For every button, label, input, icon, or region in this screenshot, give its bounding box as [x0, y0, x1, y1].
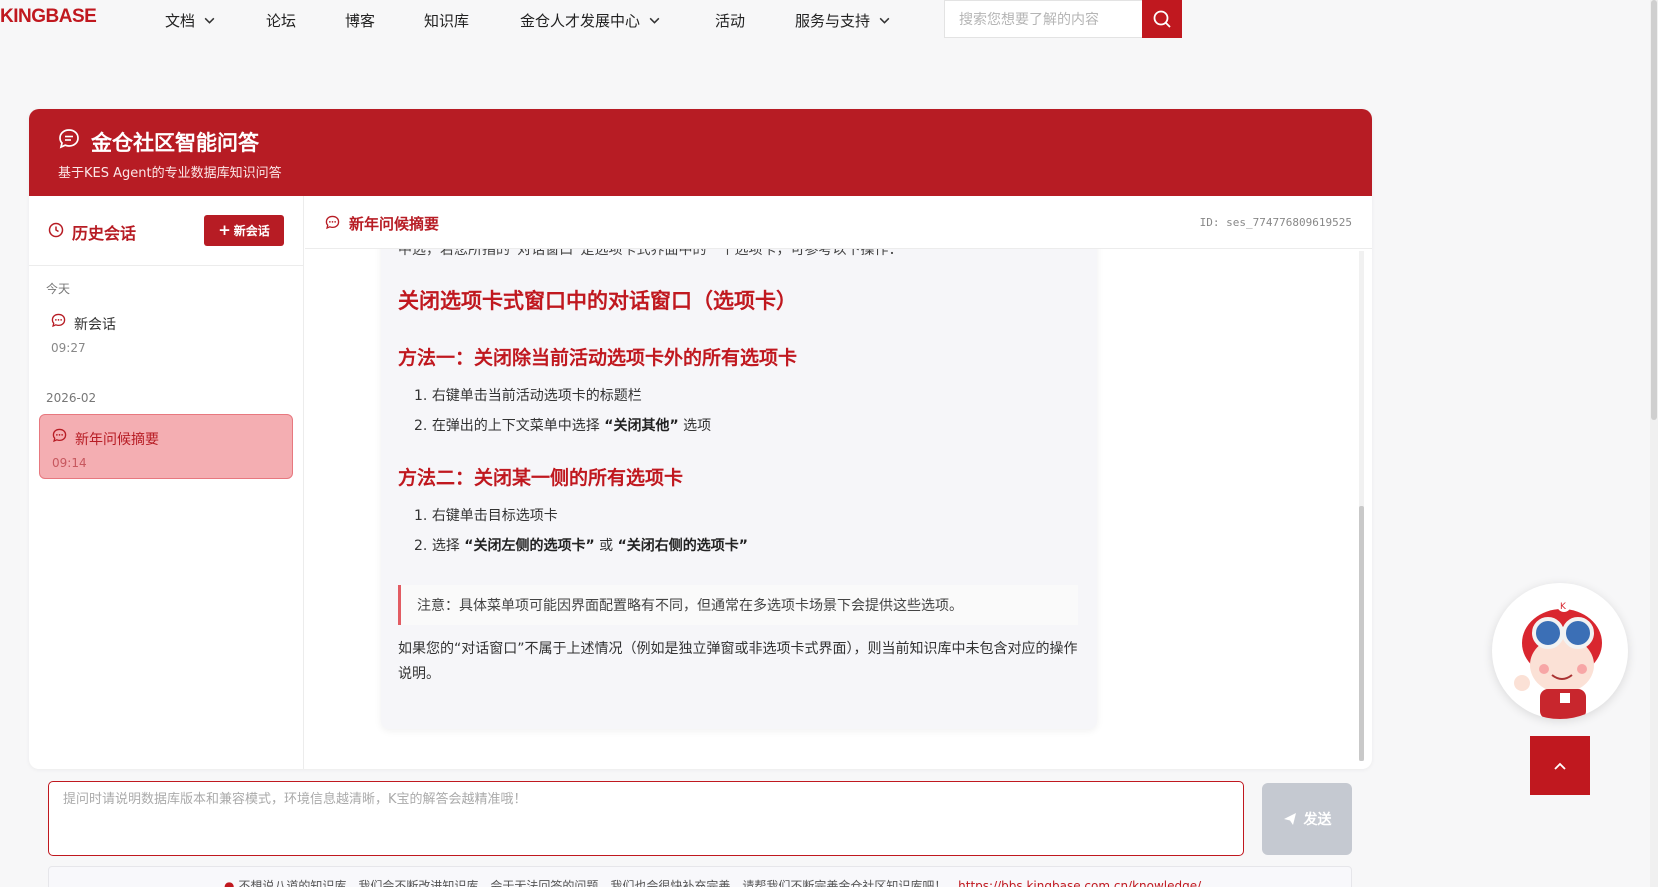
chat-title: 新年问候摘要 [349, 215, 440, 233]
nav-events[interactable]: 活动 [715, 10, 745, 31]
chat-header: 新年问候摘要 ID: ses_774776809619525 [305, 196, 1372, 249]
chevron-down-icon [204, 17, 215, 24]
nav-talent-center[interactable]: 金仓人才发展中心 [520, 10, 661, 31]
question-input[interactable]: 提问时请说明数据库版本和兼容模式，环境信息越清晰，K宝的解答会越精准哦！ [48, 781, 1244, 856]
chat-bubble-icon [59, 129, 79, 149]
nav-events-label: 活动 [715, 12, 746, 30]
search-button[interactable] [1142, 0, 1182, 38]
paper-plane-icon [1283, 813, 1296, 825]
session-id: ID: ses_774776809619525 [1199, 216, 1352, 229]
page-scrollbar[interactable] [1650, 0, 1658, 887]
sidebar-header: 历史会话 + 新会话 [29, 196, 303, 266]
list-num: 1. [414, 388, 428, 404]
list-bold: “关闭左侧的选项卡” [464, 538, 595, 554]
notice-text: 不想说八道的知识库，我们会不断改进知识库，会于无法回答的问题，我们也会很快补充完… [238, 879, 947, 887]
knowledge-link[interactable]: https://bbs.kingbase.com.cn/knowledge/ [958, 879, 1201, 887]
nav-support[interactable]: 服务与支持 [795, 10, 891, 31]
list-text: 选项 [683, 418, 712, 434]
session-group-label: 2026-02 [46, 391, 97, 405]
nav-knowledge[interactable]: 知识库 [424, 10, 469, 31]
nav-blog-label: 博客 [345, 12, 376, 30]
panel-subtitle: 基于KES Agent的专业数据库知识问答 [58, 166, 282, 181]
chat-area: 新年问候摘要 ID: ses_774776809619525 中选，若您所指的“… [305, 196, 1372, 769]
list-item: 2. 在弹出的上下文菜单中选择 “关闭其他” 选项 [414, 415, 711, 435]
list-num: 1. [414, 508, 428, 524]
list-item: 1. 右键单击当前活动选项卡的标题栏 [414, 385, 642, 405]
list-num: 2. [414, 538, 428, 554]
session-time: 09:27 [51, 341, 86, 355]
question-placeholder: 提问时请说明数据库版本和兼容模式，环境信息越清晰，K宝的解答会越精准哦！ [63, 792, 527, 807]
session-item-active[interactable]: 新年问候摘要 09:14 [39, 414, 293, 479]
nav-forum-label: 论坛 [266, 12, 297, 30]
list-text: 右键单击目标选项卡 [431, 508, 558, 524]
top-nav: KINGBASE 文档 论坛 博客 知识库 金仓人才发展中心 活动 服务与支持 … [0, 0, 1658, 40]
back-to-top-button[interactable] [1530, 736, 1590, 795]
session-title: 新年问候摘要 [75, 432, 159, 448]
plus-icon: + [218, 221, 231, 239]
sidebar-title: 历史会话 [72, 224, 137, 243]
chat-bubble-icon [51, 313, 66, 328]
session-time: 09:14 [52, 456, 87, 470]
session-group-label: 今天 [46, 282, 71, 296]
search-icon [1153, 10, 1171, 28]
panel-header: 金仓社区智能问答 基于KES Agent的专业数据库知识问答 [29, 109, 1372, 196]
nav-forum[interactable]: 论坛 [266, 10, 296, 31]
nav-docs-label: 文档 [165, 12, 196, 30]
closing-paragraph: 如果您的“对话窗口”不属于上述情况（例如是独立弹窗或非选项卡式界面），则当前知识… [398, 641, 1078, 682]
knowledge-notice: ● 不想说八道的知识库，我们会不断改进知识库，会于无法回答的问题，我们也会很快补… [48, 866, 1352, 887]
nav-blog[interactable]: 博客 [345, 10, 375, 31]
list-text: 在弹出的上下文菜单中选择 [431, 418, 600, 434]
chevron-up-icon [1554, 762, 1566, 770]
chat-scrollbar[interactable] [1359, 251, 1364, 761]
search-placeholder: 搜索您想要了解的内容 [959, 12, 1099, 28]
chevron-down-icon [879, 17, 890, 24]
qa-panel: 金仓社区智能问答 基于KES Agent的专业数据库知识问答 历史会话 + 新会… [29, 109, 1372, 769]
session-title: 新会话 [74, 317, 116, 333]
session-item[interactable]: 新会话 09:27 [39, 300, 293, 365]
note-blockquote: 注意：具体菜单项可能因界面配置略有不同，但通常在多选项卡场景下会提供这些选项。 [398, 585, 1078, 625]
list-num: 2. [414, 418, 428, 434]
page-scrollbar-thumb[interactable] [1651, 0, 1657, 420]
history-sidebar: 历史会话 + 新会话 今天 新会话 09:27 2026-02 新年问候摘要 0… [29, 196, 304, 769]
list-text: 选择 [431, 538, 460, 554]
chat-bubble-icon [52, 428, 67, 443]
list-text: 或 [599, 538, 614, 554]
new-session-label: 新会话 [233, 224, 270, 238]
kingbase-logo[interactable]: KINGBASE [0, 6, 97, 28]
method1-heading: 方法一：关闭除当前活动选项卡外的所有选项卡 [398, 347, 798, 369]
message-partial-line: 中选，若您所指的“对话窗口”是选项卡式界面中的一个选项卡，可参考以下操作： [398, 249, 903, 258]
message-heading: 关闭选项卡式窗口中的对话窗口（选项卡） [398, 289, 797, 313]
nav-knowledge-label: 知识库 [424, 12, 470, 30]
nav-talent-center-label: 金仓人才发展中心 [520, 12, 641, 30]
list-item: 2. 选择 “关闭左侧的选项卡” 或 “关闭右侧的选项卡” [414, 535, 748, 555]
chat-messages[interactable]: 中选，若您所指的“对话窗口”是选项卡式界面中的一个选项卡，可参考以下操作： 关闭… [305, 249, 1372, 769]
nav-docs[interactable]: 文档 [165, 10, 216, 31]
chat-bubble-icon [325, 215, 340, 230]
mascot-avatar[interactable]: K [1492, 583, 1628, 719]
nav-support-label: 服务与支持 [795, 12, 871, 30]
clock-icon [48, 222, 64, 238]
new-session-button[interactable]: + 新会话 [204, 215, 284, 246]
panel-title: 金仓社区智能问答 [91, 131, 259, 155]
method2-heading: 方法二：关闭某一侧的所有选项卡 [398, 467, 684, 489]
chevron-down-icon [649, 17, 660, 24]
chat-scrollbar-thumb[interactable] [1359, 506, 1364, 761]
mascot-illustration: K [1514, 598, 1602, 719]
assistant-message: 中选，若您所指的“对话窗口”是选项卡式界面中的一个选项卡，可参考以下操作： 关闭… [381, 249, 1097, 729]
list-text: 右键单击当前活动选项卡的标题栏 [431, 388, 642, 404]
list-bold: “关闭右侧的选项卡” [617, 538, 748, 554]
list-item: 1. 右键单击目标选项卡 [414, 505, 558, 525]
list-bold: “关闭其他” [604, 418, 679, 434]
search-input[interactable]: 搜索您想要了解的内容 [944, 0, 1142, 38]
send-label: 发送 [1303, 812, 1332, 828]
send-button[interactable]: 发送 [1262, 783, 1352, 855]
alert-icon: ● [224, 879, 235, 887]
